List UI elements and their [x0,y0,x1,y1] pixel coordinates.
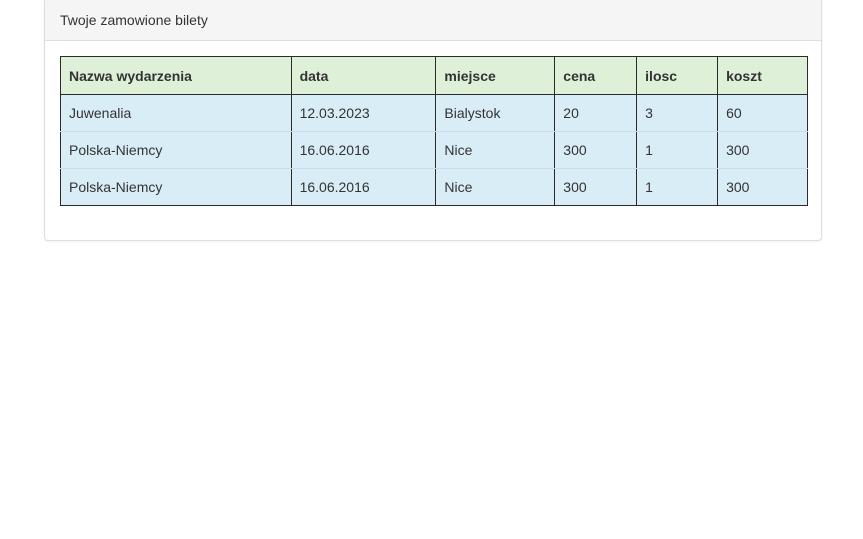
cell-cost: 60 [717,94,808,132]
cell-cost: 300 [717,168,808,206]
panel-heading: Twoje zamowione bilety [45,0,821,41]
cell-place: Nice [435,168,556,206]
cell-price: 300 [554,131,638,169]
cell-quantity: 1 [636,168,719,206]
cell-event-name: Polska-Niemcy [60,131,292,169]
cell-quantity: 1 [636,131,719,169]
cell-quantity: 3 [636,94,719,132]
column-header-cost: koszt [717,56,808,95]
panel-title: Twoje zamowione bilety [60,12,208,28]
cell-date: 16.06.2016 [290,131,437,169]
table-header-row: Nazwa wydarzenia data miejsce cena ilosc… [60,56,808,95]
cell-place: Nice [435,131,556,169]
column-header-date: data [290,56,437,95]
cell-cost: 300 [717,131,808,169]
cell-price: 20 [554,94,638,132]
cell-event-name: Juwenalia [60,94,292,132]
tickets-panel: Twoje zamowione bilety Nazwa wydarzenia … [44,0,822,241]
cell-event-name: Polska-Niemcy [60,168,292,206]
column-header-event-name: Nazwa wydarzenia [60,56,292,95]
cell-date: 12.03.2023 [290,94,437,132]
tickets-table: Nazwa wydarzenia data miejsce cena ilosc… [60,56,808,206]
table-row: Polska-Niemcy 16.06.2016 Nice 300 1 300 [60,168,808,206]
table-row: Polska-Niemcy 16.06.2016 Nice 300 1 300 [60,131,808,169]
table-row: Juwenalia 12.03.2023 Bialystok 20 3 60 [60,94,808,132]
cell-place: Bialystok [435,94,556,132]
cell-price: 300 [554,168,638,206]
column-header-quantity: ilosc [636,56,719,95]
column-header-place: miejsce [435,56,556,95]
cell-date: 16.06.2016 [290,168,437,206]
column-header-price: cena [554,56,638,95]
